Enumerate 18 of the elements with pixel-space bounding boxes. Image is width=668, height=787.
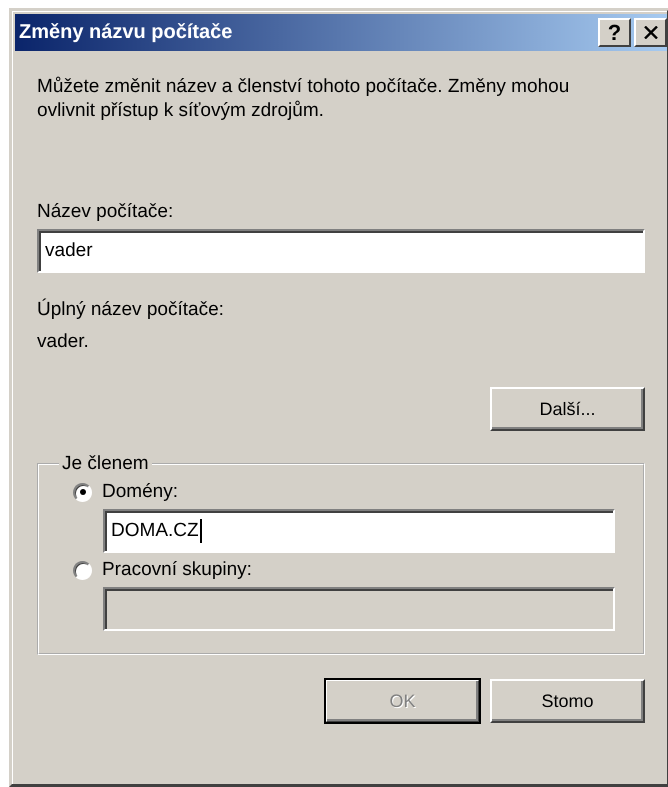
dialog-button[interactable]: Stomo: [490, 679, 645, 723]
window-title: Změny názvu počítače: [19, 21, 234, 44]
full-name-text: vader.: [37, 331, 90, 353]
group-title: Je členem: [61, 453, 150, 475]
field-label: Název počítače:: [37, 201, 174, 223]
radio-label[interactable]: Domény:: [102, 481, 178, 503]
close-button[interactable]: [634, 18, 667, 47]
field-label: Úplný název počítače:: [37, 299, 225, 321]
intro-text: Můžete změnit název a členství tohoto počítače. Změny mohou ovlivnit přístup k síťovým zdrojům.: [37, 75, 570, 123]
radio-label[interactable]: Pracovní skupiny:: [102, 559, 252, 581]
text-cursor: [200, 519, 202, 543]
computer-name-field[interactable]: vader: [37, 229, 645, 273]
close-icon: [644, 26, 658, 39]
input-field[interactable]: DOMA.CZ: [103, 509, 615, 553]
radio-button[interactable]: [73, 560, 92, 580]
help-button[interactable]: ?: [598, 18, 631, 47]
more-button[interactable]: Další...: [490, 387, 645, 431]
radio-button[interactable]: [73, 482, 92, 502]
